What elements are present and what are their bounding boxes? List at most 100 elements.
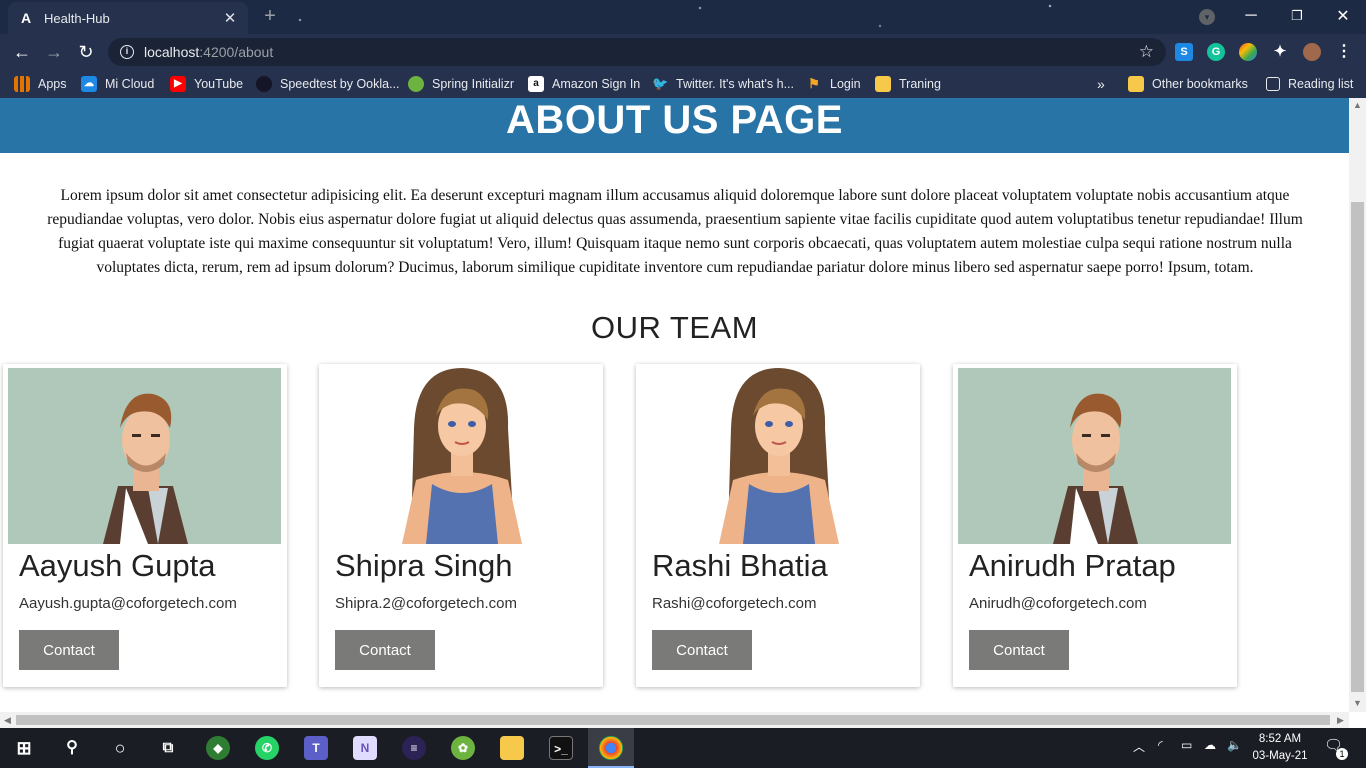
browser-menu-icon[interactable]: ⋮	[1335, 43, 1353, 61]
more-bookmarks-button[interactable]: »	[1097, 75, 1105, 93]
bookmark-login[interactable]: ⚑ Login	[806, 75, 860, 93]
extensions-puzzle-icon[interactable]: ✦	[1271, 43, 1289, 61]
bookmark-star-icon[interactable]: ☆	[1139, 42, 1154, 62]
bookmark-label: Apps	[38, 77, 67, 91]
chrome-icon[interactable]	[599, 736, 623, 760]
vertical-scroll-thumb[interactable]	[1351, 202, 1364, 692]
spring-tool-suite-icon[interactable]: ✿	[451, 736, 475, 760]
horizontal-scroll-thumb[interactable]	[16, 715, 1330, 725]
scroll-right-arrow-icon[interactable]: ▶	[1337, 715, 1344, 726]
apps-grid-icon	[14, 76, 30, 92]
teams-icon[interactable]: T	[304, 736, 328, 760]
search-icon[interactable]: ⚲	[60, 736, 84, 760]
url-host: localhost	[144, 44, 200, 60]
other-bookmarks-folder[interactable]: Other bookmarks	[1128, 75, 1248, 93]
bookmark-twitter[interactable]: 🐦 Twitter. It's what's h...	[652, 75, 794, 93]
member-email: Rashi@coforgetech.com	[652, 595, 817, 612]
back-arrow-icon[interactable]: ←	[11, 41, 33, 63]
scroll-left-arrow-icon[interactable]: ◀	[4, 715, 11, 726]
bookmark-speedtest[interactable]: Speedtest by Ookla...	[256, 75, 400, 93]
bookmark-youtube[interactable]: ▶ YouTube	[170, 75, 243, 93]
contact-button[interactable]: Contact	[335, 630, 435, 670]
minimize-window-button[interactable]: ─	[1228, 0, 1274, 32]
male-avatar	[8, 368, 281, 544]
member-name: Shipra Singh	[335, 548, 513, 583]
task-view-icon[interactable]: ⧉	[156, 736, 180, 760]
folder-icon	[1128, 76, 1144, 92]
cortana-icon[interactable]: ○	[108, 736, 132, 760]
system-clock[interactable]: 8:52 AM 03-May-21	[1250, 731, 1310, 765]
reading-list-button[interactable]: Reading list	[1266, 75, 1353, 93]
bookmark-apps[interactable]: Apps	[14, 75, 67, 93]
command-prompt-icon[interactable]: >_	[549, 736, 573, 760]
contact-button[interactable]: Contact	[19, 630, 119, 670]
bookmark-label: Mi Cloud	[105, 77, 155, 91]
bookmark-label: Twitter. It's what's h...	[676, 77, 795, 91]
bookmark-label: Traning	[899, 77, 941, 91]
contact-button[interactable]: Contact	[969, 630, 1069, 670]
windows-start-icon[interactable]: ⊞	[12, 736, 36, 760]
member-name: Rashi Bhatia	[652, 548, 828, 583]
site-info-icon[interactable]: i	[120, 45, 134, 59]
youtube-icon: ▶	[170, 76, 186, 92]
bookmark-label: Other bookmarks	[1152, 77, 1248, 91]
speedtest-icon	[256, 76, 272, 92]
mi-cloud-icon: ☁	[81, 76, 97, 92]
battery-icon[interactable]: ▭	[1181, 738, 1192, 752]
new-tab-button[interactable]: +	[260, 6, 280, 26]
profile-avatar[interactable]	[1303, 43, 1321, 61]
team-card: Anirudh Pratap Anirudh@coforgetech.com C…	[953, 364, 1237, 687]
team-heading: OUR TEAM	[590, 310, 759, 345]
eclipse-icon[interactable]: ≡	[402, 736, 426, 760]
bookmark-traning-folder[interactable]: Traning	[875, 75, 941, 93]
horizontal-scrollbar[interactable]: ◀ ▶	[0, 712, 1349, 728]
contact-button[interactable]: Contact	[652, 630, 752, 670]
browser-toolbar: ← → ↻ i localhost:4200/about ☆	[0, 34, 1366, 70]
scroll-down-arrow-icon[interactable]: ▼	[1353, 698, 1362, 708]
bookmark-mi-cloud[interactable]: ☁ Mi Cloud	[81, 75, 154, 93]
skype-extension-icon[interactable]: S	[1175, 43, 1193, 61]
team-card: Aayush Gupta Aayush.gupta@coforgetech.co…	[3, 364, 287, 687]
tab-search-icon[interactable]: ▾	[1199, 9, 1215, 25]
login-icon: ⚑	[808, 76, 820, 91]
clock-time: 8:52 AM	[1258, 733, 1302, 745]
maps-app-icon[interactable]: ◆	[206, 736, 230, 760]
female-avatar	[641, 368, 914, 544]
restore-window-button[interactable]: ❐	[1274, 0, 1320, 32]
onenote-icon[interactable]: N	[353, 736, 377, 760]
show-hidden-icons-chevron-icon[interactable]: ︿	[1133, 738, 1145, 755]
color-picker-extension-icon[interactable]	[1239, 43, 1257, 61]
forward-arrow-icon[interactable]: →	[43, 41, 65, 63]
close-tab-icon[interactable]: ✕	[222, 9, 238, 27]
member-email: Aayush.gupta@coforgetech.com	[19, 595, 237, 612]
male-avatar	[958, 368, 1231, 544]
volume-icon[interactable]: 🔈	[1227, 738, 1242, 752]
bookmark-label: YouTube	[194, 77, 244, 91]
reload-icon[interactable]: ↻	[75, 41, 97, 63]
folder-icon	[875, 76, 891, 92]
scroll-up-arrow-icon[interactable]: ▲	[1353, 100, 1362, 110]
tab-title: Health-Hub	[44, 10, 110, 26]
browser-tab[interactable]: A Health-Hub ✕	[8, 2, 248, 34]
grammarly-extension-icon[interactable]: G	[1207, 43, 1225, 61]
female-avatar	[324, 368, 597, 544]
member-email: Shipra.2@coforgetech.com	[335, 595, 517, 612]
vertical-scrollbar[interactable]: ▲ ▼	[1349, 98, 1366, 712]
member-name: Aayush Gupta	[19, 548, 216, 583]
bookmark-spring-initializr[interactable]: Spring Initializr	[408, 75, 514, 93]
bookmarks-bar: Apps ☁ Mi Cloud ▶ YouTube Speedtest by O…	[0, 70, 1366, 98]
wifi-icon[interactable]: ◜	[1158, 738, 1163, 752]
team-card: Shipra Singh Shipra.2@coforgetech.com Co…	[319, 364, 603, 687]
address-bar[interactable]: i localhost:4200/about ☆	[108, 38, 1166, 66]
twitter-icon: 🐦	[652, 76, 669, 91]
team-card: Rashi Bhatia Rashi@coforgetech.com Conta…	[636, 364, 920, 687]
onedrive-cloud-icon[interactable]: ☁	[1204, 738, 1216, 752]
close-window-button[interactable]: ✕	[1320, 0, 1366, 32]
page-viewport: ABOUT US PAGE Lorem ipsum dolor sit amet…	[0, 98, 1349, 712]
file-explorer-icon[interactable]	[500, 736, 524, 760]
spring-icon	[408, 76, 424, 92]
angular-logo-icon: A	[20, 10, 32, 26]
hero-banner: ABOUT US PAGE	[0, 98, 1349, 153]
whatsapp-icon[interactable]: ✆	[255, 736, 279, 760]
bookmark-amazon[interactable]: a Amazon Sign In	[528, 75, 640, 93]
